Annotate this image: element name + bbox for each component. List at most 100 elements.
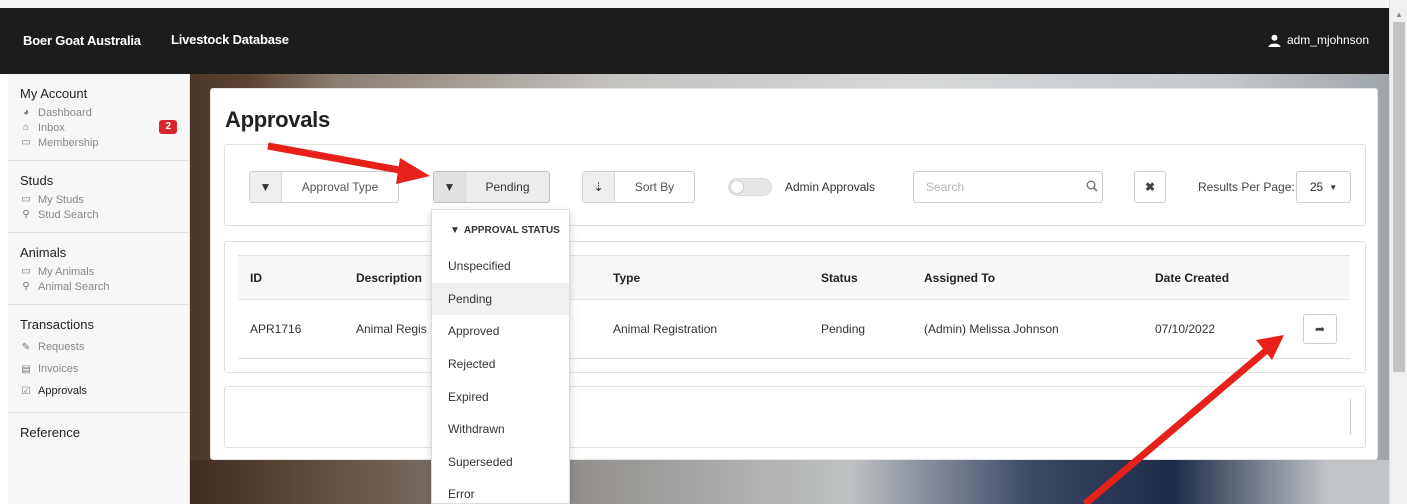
column-header-status[interactable]: Status: [809, 255, 912, 300]
cell-assigned-to: (Admin) Melissa Johnson: [912, 299, 1143, 359]
filter-icon: ▼: [434, 172, 466, 202]
caret-down-icon: ▼: [1329, 182, 1338, 192]
sidebar-group-transactions: Transactions ✎ Requests ▤ Invoices ☑ Approv…: [8, 305, 189, 413]
admin-approvals-label: Admin Approvals: [785, 180, 876, 194]
search-input[interactable]: [914, 180, 1081, 194]
sidebar-item-inbox[interactable]: ⌂ Inbox 2: [20, 120, 177, 135]
status-option-expired[interactable]: Expired: [432, 380, 569, 413]
column-header-id[interactable]: ID: [238, 255, 344, 300]
table-header-row: ID Description Type Status Assigned To D…: [238, 255, 1350, 300]
sort-icon: ⇣: [583, 172, 615, 202]
open-approval-button[interactable]: ➦: [1303, 314, 1337, 344]
sidebar-item-label: My Animals: [38, 265, 95, 278]
sidebar-item-label: Inbox: [38, 121, 65, 134]
folder-icon: ▭: [21, 266, 31, 277]
status-option-unspecified[interactable]: Unspecified: [432, 250, 569, 283]
sidebar-item-animal-search[interactable]: ⚲ Animal Search: [20, 279, 177, 294]
status-option-pending[interactable]: Pending: [432, 282, 569, 316]
folder-icon: ▭: [21, 194, 31, 205]
admin-approvals-toggle[interactable]: [728, 178, 772, 196]
page-title: Approvals: [225, 107, 330, 132]
sort-by-label: Sort By: [634, 180, 675, 194]
approval-status-dropdown: ▼ APPROVAL STATUS Unspecified Pending Ap…: [431, 209, 570, 504]
livestock-database-link[interactable]: Livestock Database: [171, 32, 289, 47]
scroll-up-icon[interactable]: ▲: [1395, 10, 1403, 19]
brand-link[interactable]: Boer Goat Australia: [23, 33, 141, 48]
cell-type: Animal Registration: [601, 299, 809, 359]
toggle-knob: [730, 180, 744, 194]
status-option-superseded[interactable]: Superseded: [432, 446, 569, 479]
filter-bar: ▼ Approval Type ▼ Pending ⇣ Sort By Admi…: [224, 144, 1366, 226]
user-icon: [1268, 34, 1281, 47]
sidebar: My Account ◕ Dashboard ⌂ Inbox 2 ▭ Membershi…: [8, 74, 190, 504]
sidebar-item-membership[interactable]: ▭ Membership: [20, 135, 177, 150]
column-header-assigned-to[interactable]: Assigned To: [912, 255, 1143, 300]
approvals-table: ID Description Type Status Assigned To D…: [238, 255, 1350, 359]
invoice-icon: ▤: [21, 363, 31, 375]
status-filter-label: Pending: [485, 180, 530, 194]
sidebar-heading: Studs: [20, 173, 54, 188]
clear-filters-button[interactable]: ✖: [1134, 171, 1166, 203]
column-header-actions: [1291, 255, 1350, 300]
search-icon[interactable]: [1081, 180, 1102, 195]
cell-id: APR1716: [238, 299, 344, 359]
sidebar-item-label: My Studs: [38, 193, 84, 206]
sidebar-item-label: Animal Search: [38, 280, 110, 293]
approval-type-filter-button[interactable]: ▼ Approval Type: [249, 171, 399, 203]
sidebar-group-my-account: My Account ◕ Dashboard ⌂ Inbox 2 ▭ Membershi…: [8, 74, 189, 161]
status-option-error[interactable]: Error: [432, 478, 569, 504]
user-menu[interactable]: adm_mjohnson: [1268, 33, 1369, 47]
approvals-table-container: ID Description Type Status Assigned To D…: [224, 241, 1366, 373]
top-navbar: Boer Goat Australia Livestock Database a…: [0, 0, 1389, 74]
page-scrollbar[interactable]: ▲: [1389, 0, 1407, 504]
background-photo-lower: [190, 460, 1389, 504]
dropdown-header: ▼ APPROVAL STATUS: [432, 210, 569, 250]
status-option-approved[interactable]: Approved: [432, 315, 569, 348]
pagination-divider: [1350, 399, 1351, 435]
sidebar-item-stud-search[interactable]: ⚲ Stud Search: [20, 207, 177, 222]
status-option-rejected[interactable]: Rejected: [432, 348, 569, 381]
close-icon: ✖: [1144, 180, 1156, 194]
sidebar-group-studs: Studs ▭ My Studs ⚲ Stud Search: [8, 161, 189, 233]
column-header-date-created[interactable]: Date Created: [1143, 255, 1291, 300]
username: adm_mjohnson: [1286, 33, 1369, 47]
sidebar-item-label: Requests: [38, 341, 85, 353]
sidebar-item-label: Invoices: [38, 363, 79, 375]
sidebar-item-dashboard[interactable]: ◕ Dashboard: [20, 105, 177, 120]
sidebar-item-my-animals[interactable]: ▭ My Animals: [20, 264, 177, 279]
sidebar-item-requests[interactable]: ✎ Requests: [20, 336, 177, 358]
results-per-page-select[interactable]: 25 ▼: [1296, 171, 1351, 203]
sidebar-heading: My Account: [20, 86, 88, 101]
sidebar-group-reference: Reference: [8, 413, 189, 454]
approval-type-filter-label: Approval Type: [301, 180, 379, 194]
id-card-icon: ▭: [21, 137, 31, 148]
sidebar-item-label: Stud Search: [38, 208, 99, 221]
sidebar-item-my-studs[interactable]: ▭ My Studs: [20, 192, 177, 207]
cell-date-created: 07/10/2022: [1143, 299, 1291, 359]
search-box: [913, 171, 1103, 203]
filter-icon: ▼: [250, 172, 282, 202]
results-per-page-value: 25: [1309, 180, 1324, 194]
filter-icon: ▼: [450, 224, 460, 236]
scrollbar-thumb[interactable]: [1393, 22, 1405, 372]
sidebar-item-approvals[interactable]: ☑ Approvals: [20, 380, 177, 402]
inbox-count-badge: 2: [159, 120, 177, 134]
sort-by-button[interactable]: ⇣ Sort By: [582, 171, 695, 203]
table-row[interactable]: APR1716 Animal Regis Animal Registration…: [238, 299, 1350, 359]
status-filter-button[interactable]: ▼ Pending: [433, 171, 550, 203]
share-arrow-icon: ➦: [1314, 322, 1326, 336]
sidebar-item-label: Membership: [38, 136, 99, 149]
cell-actions: ➦: [1291, 299, 1350, 359]
status-option-withdrawn[interactable]: Withdrawn: [432, 413, 569, 446]
cell-status: Pending: [809, 299, 912, 359]
dropdown-header-label: APPROVAL STATUS: [463, 224, 560, 236]
sidebar-heading: Animals: [20, 245, 67, 260]
sidebar-heading: Transactions: [20, 317, 94, 332]
sidebar-item-label: Approvals: [38, 385, 87, 397]
pagination-area: [224, 386, 1366, 448]
inbox-icon: ⌂: [22, 122, 30, 133]
sidebar-heading: Reference: [20, 425, 80, 440]
sidebar-item-invoices[interactable]: ▤ Invoices: [20, 358, 177, 380]
column-header-type[interactable]: Type: [601, 255, 809, 300]
checkbox-icon: ☑: [21, 385, 31, 397]
